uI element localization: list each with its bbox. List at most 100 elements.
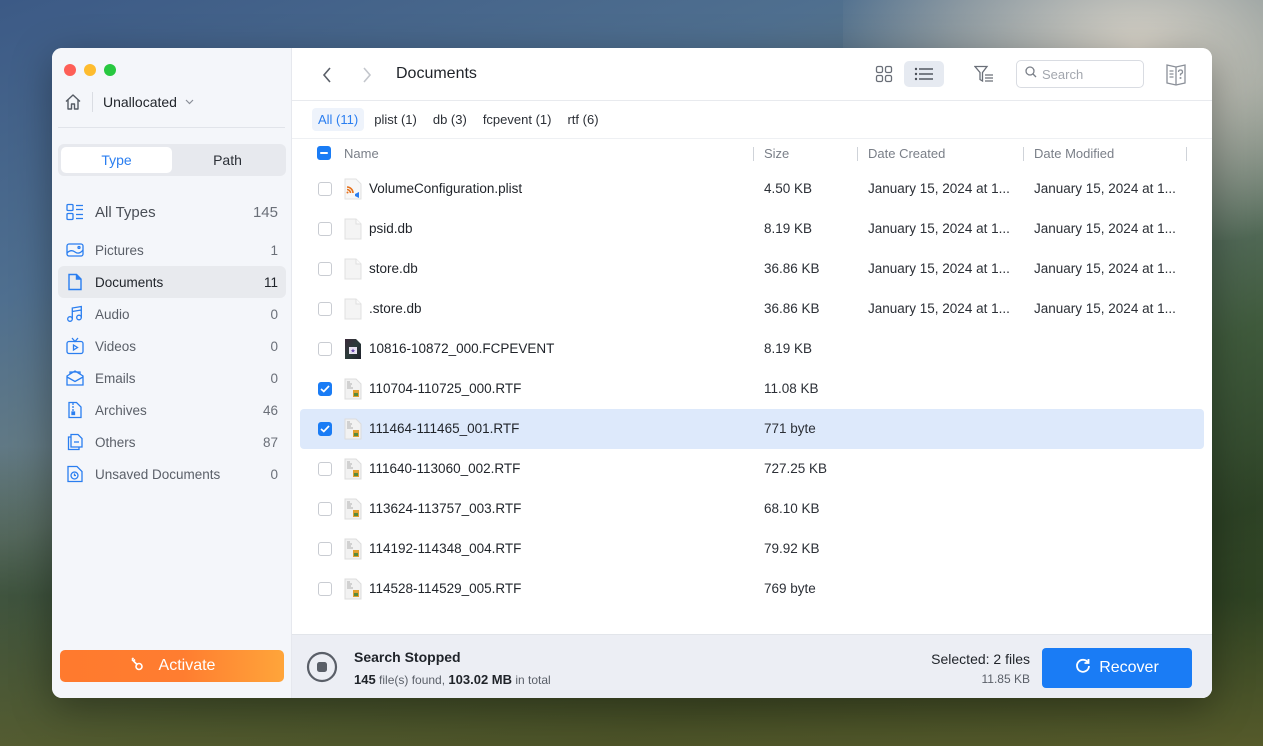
file-list: VolumeConfiguration.plist 4.50 KB January …	[292, 169, 1212, 609]
sidebar: Unallocated Type Path All Types 145 Pict…	[52, 48, 292, 698]
location-name[interactable]: Unallocated	[103, 94, 177, 110]
rtf-file-icon	[344, 498, 362, 520]
activate-button[interactable]: Activate	[60, 650, 284, 682]
row-checkbox[interactable]	[318, 342, 332, 356]
file-size: 769 byte	[764, 581, 816, 596]
row-checkbox[interactable]	[318, 262, 332, 276]
row-checkbox[interactable]	[318, 382, 332, 396]
search-input[interactable]	[1042, 66, 1138, 82]
row-checkbox[interactable]	[318, 502, 332, 516]
view-by-segmented-control: Type Path	[58, 144, 286, 176]
minimize-window-button[interactable]	[84, 64, 96, 76]
column-header-date-modified[interactable]: Date Modified	[1034, 146, 1114, 161]
table-row[interactable]: store.db 36.86 KB January 15, 2024 at 1...…	[300, 249, 1204, 289]
help-manual-icon[interactable]	[1164, 61, 1188, 87]
table-row[interactable]: VolumeConfiguration.plist 4.50 KB January …	[300, 169, 1204, 209]
filter-rtf[interactable]: rtf (6)	[561, 108, 604, 131]
row-checkbox[interactable]	[318, 582, 332, 596]
row-checkbox[interactable]	[318, 302, 332, 316]
total-suffix: in total	[512, 673, 551, 687]
table-row[interactable]: 114528-114529_005.RTF 769 byte	[300, 569, 1204, 609]
file-name: 10816-10872_000.FCPEVENT	[369, 341, 555, 356]
file-size: 727.25 KB	[764, 461, 828, 476]
file-size: 8.19 KB	[764, 221, 813, 236]
type-count: 0	[270, 306, 278, 322]
maximize-window-button[interactable]	[104, 64, 116, 76]
filter-icon[interactable]	[972, 62, 996, 86]
table-row[interactable]: 114192-114348_004.RTF 79.92 KB	[300, 529, 1204, 569]
row-checkbox[interactable]	[318, 222, 332, 236]
grid-view-button[interactable]	[870, 61, 898, 87]
filter-all[interactable]: All (11)	[312, 108, 365, 131]
sidebar-item-unsaved-documents[interactable]: Unsaved Documents 0	[58, 458, 286, 490]
table-row[interactable]: 110704-110725_000.RTF 11.08 KB	[300, 369, 1204, 409]
row-checkbox[interactable]	[318, 462, 332, 476]
table-row[interactable]: 111640-113060_002.RTF 727.25 KB	[300, 449, 1204, 489]
stop-search-icon[interactable]	[306, 651, 338, 683]
table-row[interactable]: psid.db 8.19 KB January 15, 2024 at 1... Ja…	[300, 209, 1204, 249]
sidebar-item-others[interactable]: Others 87	[58, 426, 286, 458]
home-icon[interactable]	[62, 91, 84, 113]
select-all-checkbox[interactable]	[317, 146, 331, 160]
type-label: Documents	[95, 274, 164, 290]
column-resizer[interactable]	[753, 147, 754, 161]
unsaved-documents-icon	[66, 465, 84, 483]
sidebar-item-pictures[interactable]: Pictures 1	[58, 234, 286, 266]
column-header-date-created[interactable]: Date Created	[868, 146, 945, 161]
table-row[interactable]: 111464-111465_001.RTF 771 byte	[300, 409, 1204, 449]
type-count: 46	[262, 402, 278, 418]
sidebar-item-all-types[interactable]: All Types 145	[58, 194, 286, 230]
column-resizer[interactable]	[1186, 147, 1187, 161]
sidebar-item-archives[interactable]: Archives 46	[58, 394, 286, 426]
file-date-modified: January 15, 2024 at 1...	[1034, 301, 1176, 316]
recover-button[interactable]: Recover	[1042, 648, 1192, 688]
table-row[interactable]: .store.db 36.86 KB January 15, 2024 at 1..…	[300, 289, 1204, 329]
recover-label: Recover	[1099, 659, 1159, 676]
videos-icon	[66, 337, 84, 355]
back-button[interactable]	[318, 65, 336, 85]
type-label: Others	[95, 434, 136, 450]
column-resizer[interactable]	[1023, 147, 1024, 161]
list-view-button[interactable]	[904, 61, 944, 87]
app-window: Unallocated Type Path All Types 145 Pict…	[52, 48, 1212, 698]
type-count: 0	[270, 466, 278, 482]
row-checkbox[interactable]	[318, 182, 332, 196]
all-types-icon	[66, 203, 84, 221]
file-name: 111464-111465_001.RTF	[369, 421, 520, 436]
file-name: 113624-113757_003.RTF	[369, 501, 522, 516]
filter-plist[interactable]: plist (1)	[368, 108, 423, 131]
table-row[interactable]: 10816-10872_000.FCPEVENT 8.19 KB	[300, 329, 1204, 369]
column-header-size[interactable]: Size	[764, 146, 789, 161]
type-label: All Types	[95, 203, 156, 221]
pictures-icon	[66, 241, 84, 259]
plist-file-icon	[344, 178, 362, 200]
archives-icon	[66, 401, 84, 419]
column-resizer[interactable]	[857, 147, 858, 161]
file-name: .store.db	[369, 301, 422, 316]
row-checkbox[interactable]	[318, 422, 332, 436]
chevron-down-icon[interactable]	[185, 97, 195, 107]
location-selector[interactable]: Unallocated	[62, 90, 195, 114]
table-row[interactable]: 113624-113757_003.RTF 68.10 KB	[300, 489, 1204, 529]
column-header-name[interactable]: Name	[344, 146, 379, 161]
rtf-file-icon	[344, 418, 362, 440]
sidebar-item-audio[interactable]: Audio 0	[58, 298, 286, 330]
sidebar-item-documents[interactable]: Documents 11	[58, 266, 286, 298]
file-date-created: January 15, 2024 at 1...	[868, 221, 1010, 236]
documents-icon	[66, 273, 84, 291]
files-found-suffix: file(s) found,	[375, 673, 449, 687]
close-window-button[interactable]	[64, 64, 76, 76]
search-icon	[1025, 65, 1037, 83]
filter-db[interactable]: db (3)	[427, 108, 473, 131]
selected-size: 11.85 KB	[981, 672, 1030, 686]
segment-path[interactable]: Path	[172, 147, 283, 173]
row-checkbox[interactable]	[318, 542, 332, 556]
sidebar-item-emails[interactable]: Emails 0	[58, 362, 286, 394]
type-count: 11	[263, 274, 278, 290]
emails-icon	[66, 369, 84, 387]
forward-button[interactable]	[358, 65, 376, 85]
sidebar-item-videos[interactable]: Videos 0	[58, 330, 286, 362]
search-field[interactable]	[1016, 60, 1144, 88]
segment-type[interactable]: Type	[61, 147, 172, 173]
filter-fcpevent[interactable]: fcpevent (1)	[477, 108, 558, 131]
